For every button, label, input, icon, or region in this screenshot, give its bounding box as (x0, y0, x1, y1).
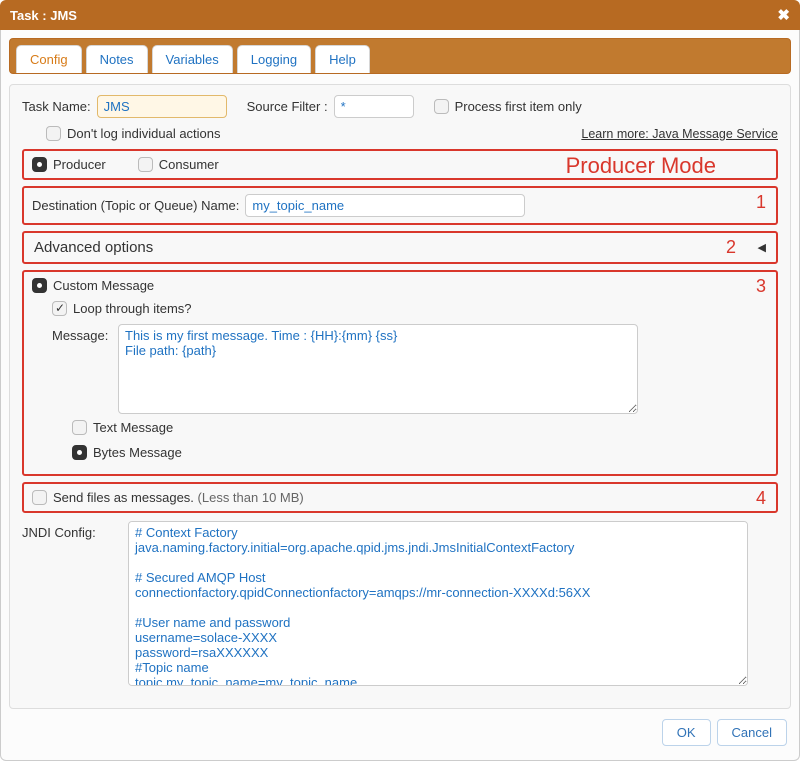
annotation-2: 2 (726, 237, 736, 258)
destination-section: 1 Destination (Topic or Queue) Name: (22, 186, 778, 225)
send-files-section: 4 Send files as messages. (Less than 10 … (22, 482, 778, 513)
annotation-1: 1 (756, 192, 766, 213)
advanced-section: 2 Advanced options ◀ (22, 231, 778, 264)
consumer-label: Consumer (159, 157, 219, 172)
text-message-radio[interactable] (72, 420, 87, 435)
loop-items-checkbox[interactable] (52, 301, 67, 316)
dont-log-label: Don't log individual actions (67, 126, 221, 141)
tab-variables[interactable]: Variables (152, 45, 233, 73)
annotation-mode: Producer Mode (566, 153, 716, 179)
custom-message-radio[interactable] (32, 278, 47, 293)
tab-help[interactable]: Help (315, 45, 370, 73)
loop-items-label: Loop through items? (73, 301, 192, 316)
dont-log-checkbox[interactable] (46, 126, 61, 141)
bytes-message-label: Bytes Message (93, 445, 182, 460)
task-name-label: Task Name: (22, 99, 91, 114)
learn-more-link[interactable]: Learn more: Java Message Service (581, 127, 778, 141)
source-filter-label: Source Filter : (247, 99, 328, 114)
bytes-message-radio[interactable] (72, 445, 87, 460)
ok-button[interactable]: OK (662, 719, 711, 746)
mode-section: Producer Mode Producer Consumer (22, 149, 778, 180)
jndi-config-label: JNDI Config: (22, 521, 122, 540)
tab-config[interactable]: Config (16, 45, 82, 73)
producer-radio[interactable] (32, 157, 47, 172)
cancel-button[interactable]: Cancel (717, 719, 787, 746)
custom-message-label: Custom Message (53, 278, 154, 293)
config-panel: Task Name: Source Filter : Process first… (9, 84, 791, 709)
collapse-left-icon: ◀ (758, 241, 766, 254)
tabstrip: Config Notes Variables Logging Help (9, 38, 791, 74)
process-first-label: Process first item only (455, 99, 582, 114)
producer-label: Producer (53, 157, 106, 172)
tab-logging[interactable]: Logging (237, 45, 311, 73)
advanced-options-toggle[interactable]: Advanced options ◀ (32, 235, 768, 260)
text-message-label: Text Message (93, 420, 173, 435)
consumer-radio[interactable] (138, 157, 153, 172)
annotation-3: 3 (756, 276, 766, 297)
annotation-4: 4 (756, 488, 766, 509)
destination-label: Destination (Topic or Queue) Name: (32, 198, 239, 213)
message-label: Message: (52, 324, 112, 343)
dialog-body: Config Notes Variables Logging Help Task… (0, 30, 800, 761)
advanced-options-label: Advanced options (34, 239, 153, 256)
close-icon[interactable]: ✖ (777, 6, 790, 24)
message-textarea[interactable]: This is my first message. Time : {HH}:{m… (118, 324, 638, 414)
custom-message-section: 3 Custom Message Loop through items? Mes… (22, 270, 778, 476)
dialog-titlebar: Task : JMS ✖ (0, 0, 800, 30)
dialog-footer: OK Cancel (9, 709, 791, 750)
send-files-radio[interactable] (32, 490, 47, 505)
jndi-config-textarea[interactable]: # Context Factory java.naming.factory.in… (128, 521, 748, 686)
destination-input[interactable] (245, 194, 525, 217)
dialog-title: Task : JMS (10, 8, 77, 23)
task-name-input[interactable] (97, 95, 227, 118)
process-first-checkbox[interactable] (434, 99, 449, 114)
send-files-label: Send files as messages. (Less than 10 MB… (53, 490, 304, 505)
tab-notes[interactable]: Notes (86, 45, 148, 73)
source-filter-input[interactable] (334, 95, 414, 118)
